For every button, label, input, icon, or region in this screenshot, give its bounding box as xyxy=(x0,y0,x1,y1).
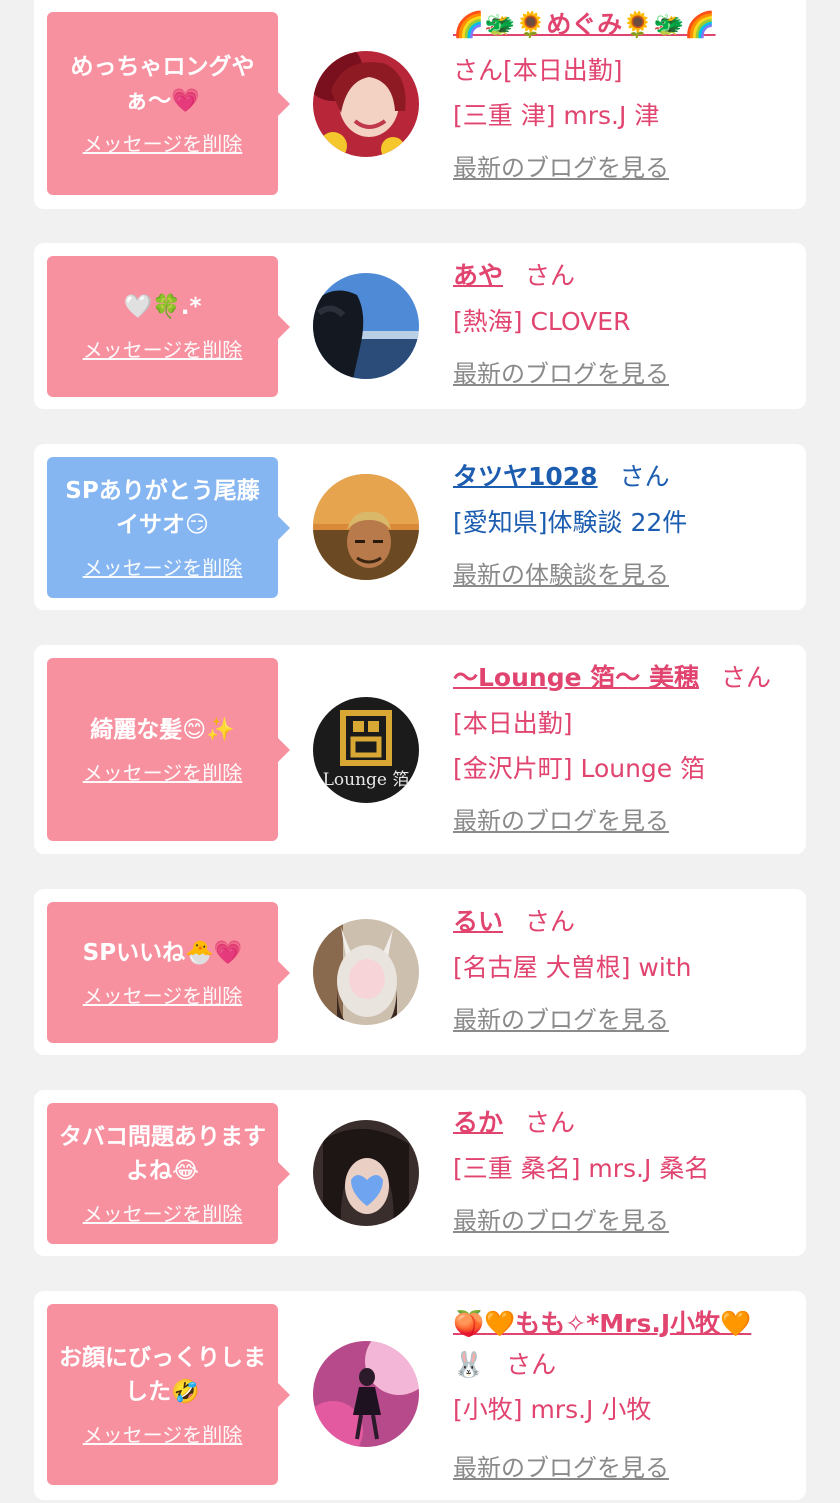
sender-name-line: るか さん xyxy=(453,1100,798,1146)
latest-blog-link[interactable]: 最新のブログを見る xyxy=(453,1201,798,1236)
latest-blog-link[interactable]: 最新のブログを見る xyxy=(453,354,798,389)
sender-name-link[interactable]: 〜Lounge 箔〜 美穂 xyxy=(453,663,699,692)
message-bubble: 綺麗な髪😊✨ メッセージを削除 xyxy=(47,658,290,841)
honorific: さん xyxy=(525,261,576,290)
latest-blog-link[interactable]: 最新のブログを見る xyxy=(453,1448,798,1483)
avatar[interactable] xyxy=(313,273,419,379)
avatar[interactable] xyxy=(313,51,419,157)
delete-message-link[interactable]: メッセージを削除 xyxy=(83,334,243,363)
honorific: さん xyxy=(453,56,504,85)
latest-blog-link[interactable]: 最新のブログを見る xyxy=(453,801,798,836)
avatar[interactable] xyxy=(313,1341,419,1447)
message-card: お顔にびっくりしました🤣 メッセージを削除 🍑🧡もも✧*Mrs.J小牧🧡 🐰 さん… xyxy=(34,1291,806,1500)
sender-name-line: 🌈🐲🌻めぐみ🌻🐲🌈 xyxy=(453,2,798,48)
message-card: 綺麗な髪😊✨ メッセージを削除 Lounge 箔 〜Lounge 箔〜 美穂 さん… xyxy=(34,645,806,854)
sender-location: [小牧] mrs.J 小牧 xyxy=(453,1395,652,1424)
lounge-logo-text: Lounge 箔 xyxy=(323,770,410,790)
delete-message-link[interactable]: メッセージを削除 xyxy=(83,757,243,786)
delete-message-link[interactable]: メッセージを削除 xyxy=(83,552,243,581)
message-bubble: お顔にびっくりしました🤣 メッセージを削除 xyxy=(47,1304,290,1485)
message-card: SPいいね🐣💗 メッセージを削除 るい さん [名古屋 大曽根] with 最新の… xyxy=(34,889,806,1055)
sender-name-link[interactable]: るい xyxy=(453,907,503,936)
message-text: 🤍🍀.* xyxy=(123,294,202,320)
sender-name-link[interactable]: るか xyxy=(453,1108,503,1137)
sender-status: [本日出勤] xyxy=(453,709,573,738)
honorific: さん xyxy=(619,462,670,491)
sender-location: [三重 桑名] mrs.J 桑名 xyxy=(453,1154,710,1183)
message-text: SPありがとう尾藤イサオ😏 xyxy=(65,478,260,538)
message-text: お顔にびっくりしました🤣 xyxy=(59,1345,266,1405)
sender-info: タツヤ1028 さん [愛知県]体験談 22件 最新の体験談を見る xyxy=(453,454,798,590)
latest-blog-link[interactable]: 最新のブログを見る xyxy=(453,1000,798,1035)
message-bubble: 🤍🍀.* メッセージを削除 xyxy=(47,256,290,397)
sender-name-link[interactable]: 🌈🐲🌻めぐみ🌻🐲🌈 xyxy=(453,10,716,39)
sender-location: [名古屋 大曽根] with xyxy=(453,953,692,982)
latest-review-link[interactable]: 最新の体験談を見る xyxy=(453,555,798,590)
sender-location: [金沢片町] Lounge 箔 xyxy=(453,754,706,783)
sender-info: るい さん [名古屋 大曽根] with 最新のブログを見る xyxy=(453,899,798,1035)
sender-name-line: あや さん xyxy=(453,253,798,299)
delete-message-link[interactable]: メッセージを削除 xyxy=(83,980,243,1009)
delete-message-link[interactable]: メッセージを削除 xyxy=(83,128,243,157)
status-text: [本日出勤] xyxy=(503,56,623,85)
sender-location: [愛知県]体験談 22件 xyxy=(453,508,688,537)
sender-info: 🍑🧡もも✧*Mrs.J小牧🧡 🐰 さん [小牧] mrs.J 小牧 最新のブログを… xyxy=(453,1301,798,1483)
bunny-icon: 🐰 xyxy=(453,1350,485,1379)
sender-info: あや さん [熱海] CLOVER 最新のブログを見る xyxy=(453,253,798,389)
sender-name-line: タツヤ1028 さん xyxy=(453,454,798,500)
sender-info: 🌈🐲🌻めぐみ🌻🐲🌈 さん[本日出勤] [三重 津] mrs.J 津 最新のブログ… xyxy=(453,2,798,183)
avatar[interactable]: Lounge 箔 xyxy=(313,697,419,803)
honorific: さん xyxy=(525,907,576,936)
message-bubble: SPいいね🐣💗 メッセージを削除 xyxy=(47,902,290,1043)
delete-message-link[interactable]: メッセージを削除 xyxy=(83,1198,243,1227)
delete-message-link[interactable]: メッセージを削除 xyxy=(83,1419,243,1448)
sender-name-link[interactable]: あや xyxy=(453,261,503,290)
honorific: さん xyxy=(506,1350,557,1379)
sender-name-line: るい さん xyxy=(453,899,798,945)
message-bubble: SPありがとう尾藤イサオ😏 メッセージを削除 xyxy=(47,457,290,598)
message-text: 綺麗な髪😊✨ xyxy=(90,717,235,743)
sender-status: さん[本日出勤] xyxy=(453,48,798,93)
message-card: 🤍🍀.* メッセージを削除 あや さん [熱海] CLOVER 最新のブログを見る xyxy=(34,243,806,409)
message-bubble: めっちゃロングやぁ〜💗 メッセージを削除 xyxy=(47,12,290,195)
sender-name-line-2: 🐰 さん xyxy=(453,1347,798,1383)
sender-name-line: 🍑🧡もも✧*Mrs.J小牧🧡 xyxy=(453,1301,798,1347)
sender-name-link[interactable]: タツヤ1028 xyxy=(453,462,598,491)
message-text: めっちゃロングやぁ〜💗 xyxy=(70,54,255,114)
sender-name-link[interactable]: 🍑🧡もも✧*Mrs.J小牧🧡 xyxy=(453,1309,751,1338)
message-card: SPありがとう尾藤イサオ😏 メッセージを削除 タツヤ1028 さん [愛知県]体験… xyxy=(34,444,806,610)
avatar[interactable] xyxy=(313,1120,419,1226)
message-bubble: タバコ問題ありますよね😂 メッセージを削除 xyxy=(47,1103,290,1244)
sender-info: 〜Lounge 箔〜 美穂 さん [本日出勤] [金沢片町] Lounge 箔 最… xyxy=(453,655,798,836)
honorific: さん xyxy=(525,1108,576,1137)
sender-location: [三重 津] mrs.J 津 xyxy=(453,101,660,130)
sender-name-line: 〜Lounge 箔〜 美穂 さん xyxy=(453,655,798,701)
sender-location: [熱海] CLOVER xyxy=(453,307,631,336)
honorific: さん xyxy=(720,663,771,692)
message-text: タバコ問題ありますよね😂 xyxy=(59,1124,266,1184)
message-text: SPいいね🐣💗 xyxy=(82,940,243,966)
avatar[interactable] xyxy=(313,919,419,1025)
message-card: めっちゃロングやぁ〜💗 メッセージを削除 🌈🐲🌻めぐみ🌻🐲🌈 さん[本日出勤] … xyxy=(34,0,806,209)
avatar[interactable] xyxy=(313,474,419,580)
message-card: タバコ問題ありますよね😂 メッセージを削除 るか さん [三重 桑名] mrs.J… xyxy=(34,1090,806,1256)
sender-info: るか さん [三重 桑名] mrs.J 桑名 最新のブログを見る xyxy=(453,1100,798,1236)
latest-blog-link[interactable]: 最新のブログを見る xyxy=(453,148,798,183)
